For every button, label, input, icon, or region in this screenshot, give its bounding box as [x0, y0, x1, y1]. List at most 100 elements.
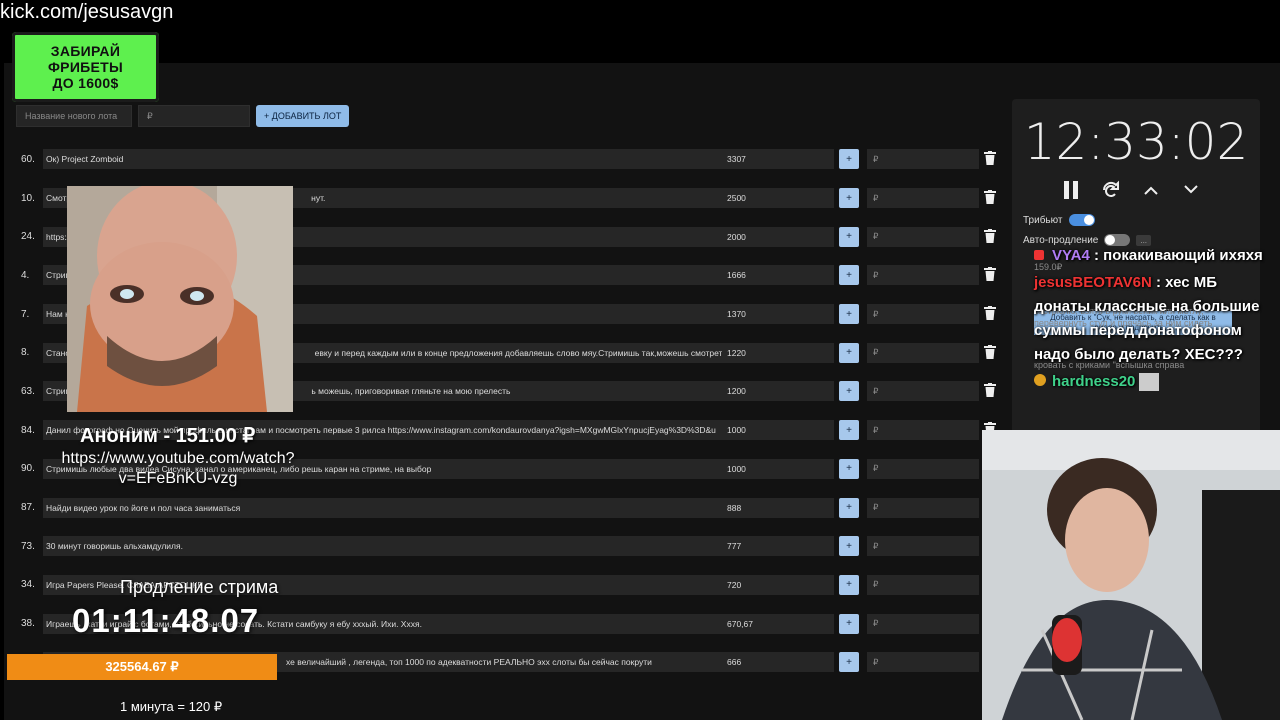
lot-amount-input[interactable]: ₽ [138, 105, 250, 127]
lot-name-field[interactable]: Найди видео урок по йоге и пол часа зани… [43, 497, 733, 518]
donation-alert-message: https://www.youtube.com/watch?v=EFeBnKU-… [61, 450, 295, 487]
lot-amount-field[interactable]: 720 [722, 574, 834, 595]
add-amount-button[interactable]: + [839, 458, 859, 479]
lot-row: 73. 30 минут говоришь альхамдулиля. 777 + ₽ [16, 527, 1004, 566]
lot-amount-field[interactable]: 888 [722, 497, 834, 518]
trash-icon[interactable] [984, 228, 998, 245]
add-amount-button[interactable]: + [839, 342, 859, 363]
lot-number: 84. [21, 424, 35, 436]
chat-username: jesusBEOTAV6N [1034, 274, 1152, 291]
trash-icon[interactable] [984, 151, 998, 167]
lot-add-input[interactable]: ₽ [867, 226, 979, 247]
lot-number: 8. [21, 347, 30, 359]
lot-name-field[interactable]: Ок) Project Zomboid [43, 149, 733, 170]
lot-amount-field[interactable]: 777 [722, 536, 834, 557]
lot-name-text: https:/ [46, 231, 70, 242]
trash-icon[interactable] [984, 344, 998, 361]
reset-icon[interactable] [1100, 179, 1122, 201]
lot-add-input[interactable]: ₽ [867, 613, 979, 634]
lot-add-input[interactable]: ₽ [867, 497, 979, 518]
lot-amount-field[interactable]: 1220 [722, 342, 834, 363]
lot-add-input[interactable]: ₽ [867, 574, 979, 595]
lot-amount-field[interactable]: 2500 [722, 188, 834, 209]
trash-icon[interactable] [984, 306, 998, 322]
chat-badge-icon [1034, 374, 1046, 386]
lot-amount-field[interactable]: 1370 [722, 304, 834, 325]
extension-label: Продление стрима [120, 577, 279, 597]
lot-add-input[interactable]: ₽ [867, 381, 979, 402]
lot-add-input[interactable]: ₽ [867, 265, 979, 286]
lot-add-input[interactable]: ₽ [867, 420, 979, 441]
lot-number: 90. [21, 463, 35, 475]
lot-amount-field[interactable]: 1000 [722, 458, 834, 479]
lot-amount-field[interactable]: 670,67 [722, 613, 834, 634]
lot-add-input[interactable]: ₽ [867, 149, 979, 170]
chevron-down-icon[interactable] [1180, 179, 1202, 201]
promo-line: ДО 1600$ [52, 75, 119, 91]
add-amount-button[interactable]: + [839, 226, 859, 247]
add-amount-button[interactable]: + [839, 574, 859, 595]
add-amount-button[interactable]: + [839, 149, 859, 170]
lot-amount-field[interactable]: 2000 [722, 226, 834, 247]
auto-extend-option: Авто-продление ... [1023, 234, 1152, 246]
add-amount-button[interactable]: + [839, 497, 859, 518]
new-lot-bar: Название нового лота ₽ + ДОБАВИТЬ ЛОТ [16, 105, 350, 127]
lot-amount-field[interactable]: 1200 [722, 381, 834, 402]
chat-message: донаты классные на большие [1034, 298, 1260, 315]
timer-clock: 12:33:02 [1023, 113, 1249, 171]
lot-name-tail: хе величайший , легенда, топ 1000 по аде… [286, 657, 652, 668]
lot-name-text: Найди видео урок по йоге и пол часа зани… [46, 502, 241, 513]
lot-add-input[interactable]: ₽ [867, 304, 979, 325]
lot-name-text: Ок) Project Zomboid [46, 154, 124, 165]
add-amount-button[interactable]: + [839, 381, 859, 402]
lot-number: 10. [21, 192, 35, 204]
add-amount-button[interactable]: + [839, 265, 859, 286]
add-amount-button[interactable]: + [839, 536, 859, 557]
extension-timer: 01:11:48.07 [72, 602, 260, 639]
lot-add-input[interactable]: ₽ [867, 652, 979, 673]
lot-number: 73. [21, 540, 35, 552]
donation-alert-title: Аноним - 151.00 ₽ [80, 425, 256, 447]
total-amount-bar: 325564.67 ₽ [7, 654, 277, 680]
lot-number: 7. [21, 308, 30, 320]
promo-line: ФРИБЕТЫ [47, 59, 124, 75]
chevron-up-icon[interactable] [1140, 179, 1162, 201]
lot-amount-field[interactable]: 1000 [722, 420, 834, 441]
lot-name-field[interactable]: 30 минут говоришь альхамдулиля. [43, 536, 733, 557]
lot-amount-field[interactable]: 1666 [722, 265, 834, 286]
lot-add-input[interactable]: ₽ [867, 188, 979, 209]
lot-amount-field[interactable]: 3307 [722, 149, 834, 170]
lot-number: 24. [21, 231, 35, 243]
lot-number: 4. [21, 269, 30, 281]
lot-add-input[interactable]: ₽ [867, 342, 979, 363]
add-amount-button[interactable]: + [839, 420, 859, 441]
add-amount-button[interactable]: + [839, 188, 859, 209]
auto-extend-label: Авто-продление [1023, 234, 1099, 246]
tribute-toggle[interactable] [1068, 214, 1095, 226]
streamer-webcam [982, 430, 1280, 720]
lot-add-input[interactable]: ₽ [867, 536, 979, 557]
lot-row: 87. Найди видео урок по йоге и пол часа з… [16, 488, 1004, 527]
lot-add-input[interactable]: ₽ [867, 458, 979, 479]
add-lot-button[interactable]: + ДОБАВИТЬ ЛОТ [256, 105, 350, 127]
promo-line: ЗАБИРАЙ [50, 43, 121, 59]
add-amount-button[interactable]: + [839, 613, 859, 634]
lot-name-tail: нут. [311, 193, 326, 204]
lot-name-input[interactable]: Название нового лота [16, 105, 132, 127]
channel-url: kick.com/jesusavgn [0, 1, 174, 23]
add-amount-button[interactable]: + [839, 652, 859, 673]
add-amount-button[interactable]: + [839, 304, 859, 325]
trash-icon[interactable] [984, 190, 998, 206]
promo-banner[interactable]: ЗАБИРАЙ ФРИБЕТЫ ДО 1600$ [12, 32, 159, 102]
pause-icon[interactable] [1060, 179, 1082, 201]
lot-amount-field[interactable]: 666 [722, 652, 834, 673]
auto-extend-toggle[interactable] [1104, 234, 1131, 246]
lot-name-tail: евку и перед каждым или в конце предложе… [314, 347, 733, 358]
auto-extend-settings[interactable]: ... [1136, 234, 1152, 246]
lot-number: 87. [21, 502, 35, 514]
lot-number: 63. [21, 385, 35, 397]
donor-webcam [67, 186, 293, 412]
trash-icon[interactable] [984, 383, 998, 399]
lot-number: 34. [21, 579, 35, 591]
trash-icon[interactable] [984, 267, 998, 283]
